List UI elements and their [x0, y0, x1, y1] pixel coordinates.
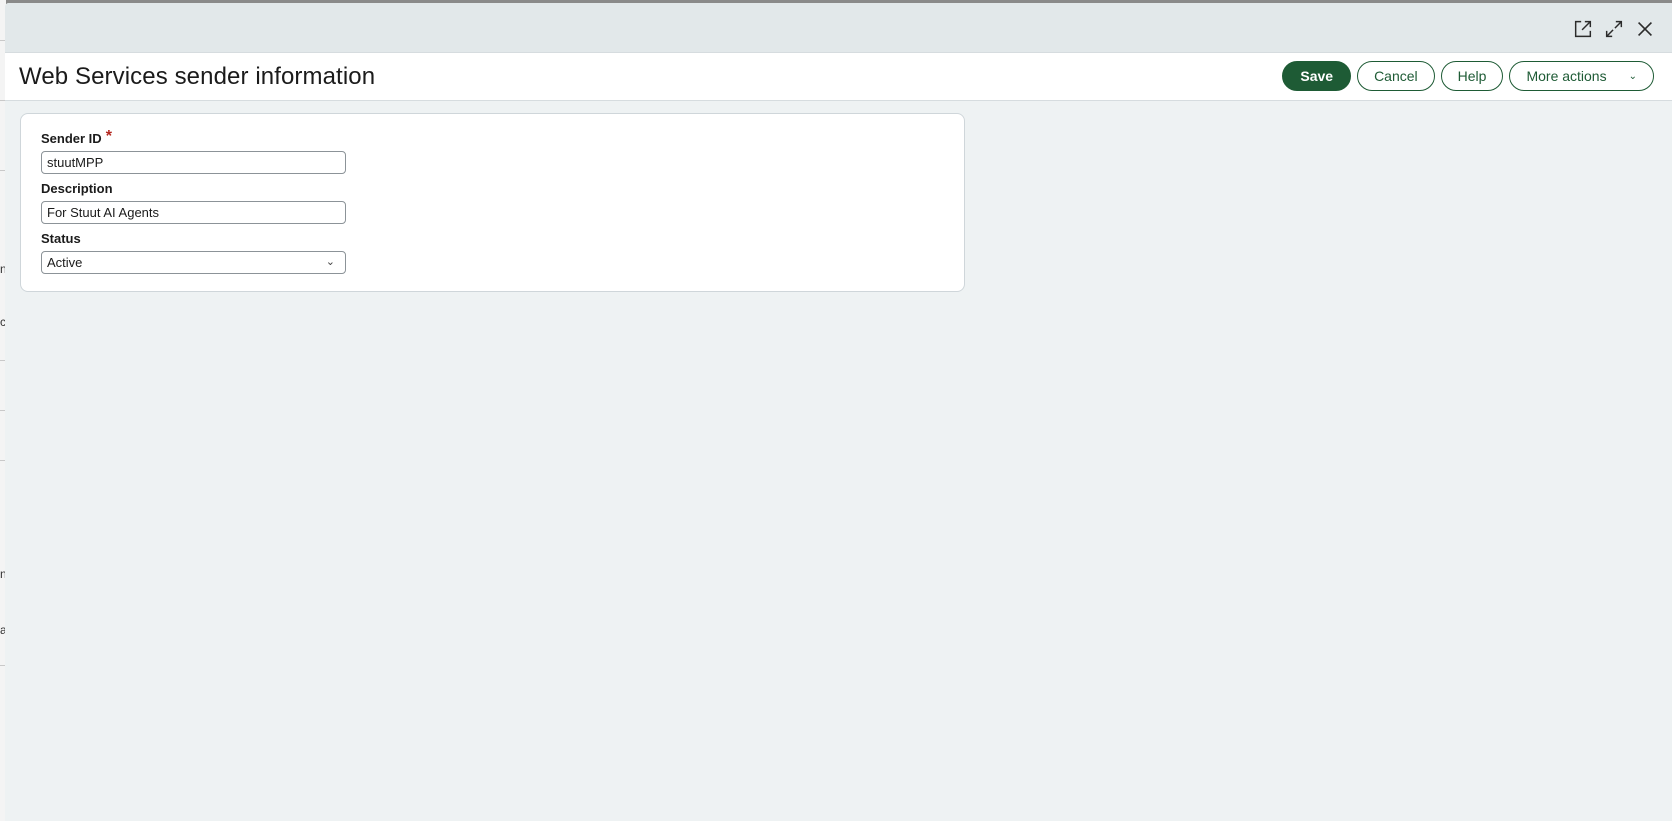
- description-input[interactable]: [41, 201, 346, 224]
- open-in-new-window-icon[interactable]: [1571, 17, 1595, 41]
- sender-info-dialog: Web Services sender information Save Can…: [5, 3, 1672, 821]
- sender-id-input[interactable]: [41, 151, 346, 174]
- description-label: Description: [41, 181, 113, 196]
- status-selected-value: Active: [47, 255, 83, 270]
- dialog-topbar: [5, 3, 1672, 53]
- save-button[interactable]: Save: [1282, 61, 1352, 91]
- status-select[interactable]: Active ⌄: [41, 251, 346, 274]
- close-icon[interactable]: [1633, 17, 1657, 41]
- chevron-down-icon: ⌄: [325, 256, 335, 268]
- sender-id-label-text: Sender ID: [41, 131, 102, 146]
- sender-form-card: Sender ID* Description Status Active ⌄: [20, 113, 965, 292]
- dialog-header: Web Services sender information Save Can…: [5, 53, 1672, 101]
- more-actions-button[interactable]: More actions ⌄: [1509, 61, 1654, 91]
- expand-icon[interactable]: [1602, 17, 1626, 41]
- required-indicator: *: [105, 128, 112, 145]
- chevron-down-icon: ⌄: [1628, 70, 1637, 82]
- help-button[interactable]: Help: [1440, 61, 1504, 91]
- cancel-button[interactable]: Cancel: [1357, 61, 1435, 91]
- sender-id-label: Sender ID *: [41, 128, 112, 148]
- status-label: Status: [41, 231, 81, 246]
- more-actions-label: More actions: [1526, 68, 1607, 84]
- page-title: Web Services sender information: [19, 63, 376, 90]
- action-toolbar: Save Cancel Help More actions ⌄: [1282, 61, 1654, 91]
